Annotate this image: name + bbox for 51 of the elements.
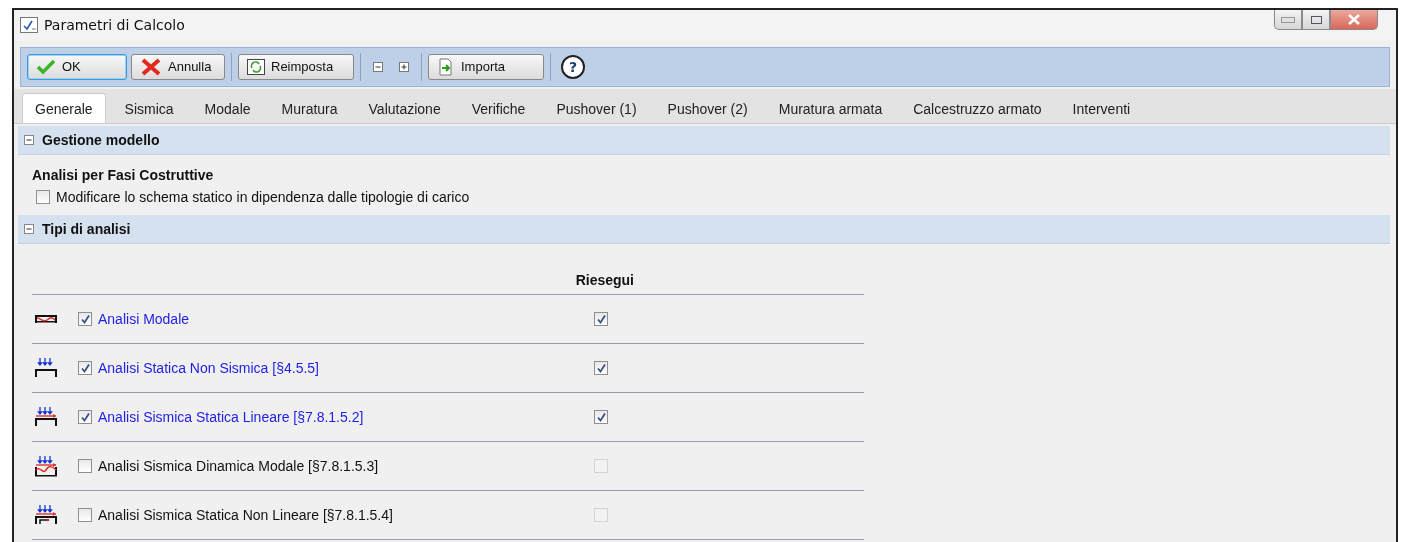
- toolbar-button[interactable]: Reimposta: [238, 53, 354, 80]
- checkbox[interactable]: [36, 190, 50, 204]
- window-title: Parametri di Calcolo: [44, 17, 185, 34]
- analysis-label: Analisi Sismica Dinamica Modale [§7.8.1.5.3]: [98, 458, 379, 474]
- toolbar-button[interactable]: OK: [27, 53, 127, 80]
- analysis-label: Analisi Sismica Statica Non Lineare [§7.8.1.5.4]: [98, 507, 393, 523]
- tab[interactable]: Pushover (1): [544, 94, 649, 123]
- tab[interactable]: Interventi: [1060, 94, 1143, 123]
- checkbox[interactable]: [594, 410, 608, 424]
- analysis-label: Analisi Modale: [98, 311, 190, 327]
- close-button[interactable]: [1330, 10, 1378, 30]
- option-label: Modificare lo schema statico in dipendenza dalle tipologie di carico: [56, 189, 470, 205]
- checkbox[interactable]: [594, 312, 608, 326]
- import-icon: [437, 57, 455, 76]
- loaded-frame-icon: [32, 405, 60, 429]
- maximize-button[interactable]: [1302, 10, 1330, 30]
- check-icon: [36, 58, 56, 75]
- analysis-label: Analisi Sismica Statica Lineare [§7.8.1.5.2]: [98, 409, 364, 425]
- refresh-icon: [247, 58, 265, 75]
- tab[interactable]: Muratura armata: [766, 94, 895, 123]
- close-icon: [140, 57, 162, 76]
- analysis-label: Analisi Statica Non Sismica [§4.5.5]: [98, 360, 319, 376]
- section-header[interactable]: Gestione modello: [18, 126, 1390, 155]
- checkbox[interactable]: [78, 361, 92, 375]
- close-icon: [1347, 14, 1361, 25]
- tab[interactable]: Muratura: [269, 94, 350, 123]
- checkbox[interactable]: [78, 459, 92, 473]
- loaded-frame-icon: [32, 503, 60, 527]
- tab[interactable]: Sismica: [112, 94, 186, 123]
- tab[interactable]: Generale: [22, 93, 106, 123]
- collapse-icon: [24, 224, 34, 234]
- tab[interactable]: Valutazione: [356, 94, 453, 123]
- tab[interactable]: Verifiche: [459, 94, 538, 123]
- loaded-frame-icon: [32, 454, 60, 478]
- checkbox[interactable]: [78, 508, 92, 522]
- tab[interactable]: Pushover (2): [655, 94, 760, 123]
- group-heading: Analisi per Fasi Costruttive: [32, 167, 215, 183]
- tab[interactable]: Calcestruzzo armato: [901, 94, 1054, 123]
- help-button[interactable]: ?: [561, 54, 585, 79]
- checkbox[interactable]: [594, 361, 608, 375]
- checkbox[interactable]: [78, 312, 92, 326]
- column-header: Riesegui: [575, 272, 634, 288]
- collapse-icon: [24, 135, 34, 145]
- checkbox[interactable]: [78, 410, 92, 424]
- toolbar-button[interactable]: Annulla: [131, 53, 225, 80]
- section-header[interactable]: Tipi di analisi: [18, 215, 1390, 244]
- checklist-icon: [20, 17, 38, 34]
- minimize-button[interactable]: [1274, 10, 1302, 30]
- tab[interactable]: Modale: [192, 94, 263, 123]
- toolbar-button[interactable]: Importa: [428, 53, 544, 80]
- loaded-frame-icon: [32, 356, 60, 380]
